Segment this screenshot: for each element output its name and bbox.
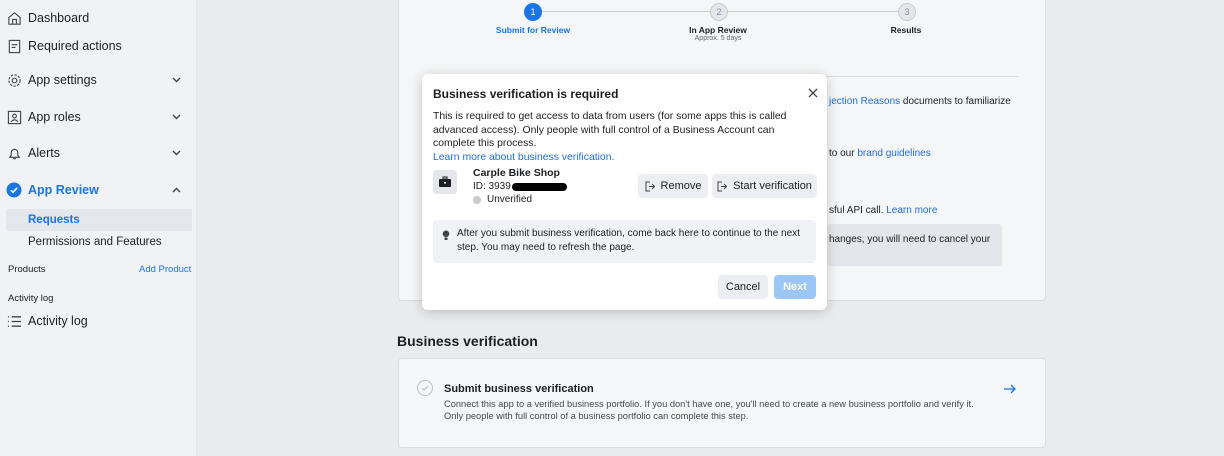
sidebar-subitem-permissions[interactable]: Permissions and Features <box>6 231 192 253</box>
sidebar-item-app-review[interactable]: App Review <box>6 182 192 198</box>
rejection-reasons-link[interactable]: jection Reasons <box>829 96 900 107</box>
gear-icon <box>6 72 22 88</box>
bv-desc-1: Connect this app to a verified business … <box>444 399 974 409</box>
step-2-sub: Approx. 5 days <box>694 35 742 42</box>
verified-shield-icon <box>6 182 22 198</box>
verification-status: Unverified <box>473 194 532 205</box>
start-verification-button[interactable]: Start verification <box>712 174 817 198</box>
sidebar-item-alerts[interactable]: Alerts <box>6 145 192 161</box>
dialog-title: Business verification is required <box>433 87 619 101</box>
chevron-down-icon[interactable] <box>171 148 181 158</box>
sidebar-item-app-settings[interactable]: App settings <box>6 72 192 88</box>
list-icon <box>6 313 22 329</box>
close-icon[interactable] <box>808 85 818 103</box>
step-3-label: Results <box>890 25 922 35</box>
next-button[interactable]: Next <box>774 275 816 299</box>
bell-icon <box>6 145 22 161</box>
sidebar-item-label: App Review <box>28 183 99 197</box>
divider <box>826 76 1019 77</box>
step-3-circle: 3 <box>898 3 916 21</box>
dialog-body: This is required to get access to data f… <box>433 111 787 163</box>
products-label: Products <box>8 264 46 275</box>
sidebar-item-required-actions[interactable]: Required actions <box>6 38 122 54</box>
cancel-button[interactable]: Cancel <box>718 275 768 299</box>
redaction-mark <box>511 182 567 191</box>
sidebar-subitem-label: Permissions and Features <box>28 236 162 248</box>
remove-button[interactable]: Remove <box>638 174 708 198</box>
sidebar-item-label: App settings <box>28 73 97 87</box>
sidebar: Dashboard Required actions App settings … <box>0 0 197 456</box>
step-1-label: Submit for Review <box>495 25 571 35</box>
info-text: After you submit business verification, … <box>457 228 800 253</box>
info-box: After you submit business verification, … <box>433 220 816 263</box>
chevron-down-icon[interactable] <box>171 75 181 85</box>
sidebar-item-dashboard[interactable]: Dashboard <box>6 10 89 26</box>
notice-text: hanges, you will need to cancel your <box>829 234 991 245</box>
chevron-up-icon[interactable] <box>171 185 181 195</box>
learn-more-business-verification-link[interactable]: Learn more about business verification. <box>433 152 614 163</box>
status-dot-icon <box>473 195 481 204</box>
chevron-down-icon[interactable] <box>171 112 181 122</box>
lightbulb-icon <box>442 228 450 246</box>
sidebar-item-label: Alerts <box>28 146 60 160</box>
sidebar-item-label: App roles <box>28 110 81 124</box>
sidebar-item-app-roles[interactable]: App roles <box>6 109 192 125</box>
brand-guidelines-text: to our brand guidelines <box>829 148 931 159</box>
section-heading: Business verification <box>397 333 538 349</box>
activity-log-section-label: Activity log <box>8 293 54 304</box>
step-1-circle: 1 <box>524 3 542 21</box>
business-id: ID: 3939 <box>473 181 567 192</box>
exit-icon <box>645 181 655 192</box>
exit-icon <box>717 181 728 192</box>
notice-box <box>827 224 1002 266</box>
check-circle-icon <box>417 380 433 396</box>
briefcase-icon <box>433 170 457 194</box>
step-2-circle: 2 <box>710 3 728 21</box>
business-name: Carple Bike Shop <box>473 167 560 179</box>
sidebar-item-label: Dashboard <box>28 11 90 25</box>
step-2-label: In App Review <box>689 25 747 35</box>
clipboard-icon <box>6 38 22 54</box>
sidebar-item-label: Activity log <box>28 314 88 328</box>
bv-title: Submit business verification <box>444 383 594 395</box>
bv-desc-2: Only people with full control of a busin… <box>444 411 749 421</box>
brand-guidelines-link[interactable]: brand guidelines <box>857 148 930 159</box>
person-card-icon <box>6 109 22 125</box>
sidebar-item-activity-log[interactable]: Activity log <box>6 313 88 329</box>
add-product-link[interactable]: Add Product <box>139 264 191 275</box>
api-call-text: sful API call. Learn more <box>829 205 938 216</box>
home-icon <box>6 10 22 26</box>
sidebar-item-label: Required actions <box>28 39 122 53</box>
business-verification-dialog: Business verification is required This i… <box>422 74 827 310</box>
learn-more-link[interactable]: Learn more <box>886 205 937 216</box>
arrow-right-icon[interactable] <box>1003 381 1017 399</box>
sidebar-subitem-requests[interactable]: Requests <box>6 209 192 231</box>
rejection-reasons-text: jection Reasons documents to familiarize <box>829 96 1011 107</box>
sidebar-subitem-label: Requests <box>28 214 80 226</box>
